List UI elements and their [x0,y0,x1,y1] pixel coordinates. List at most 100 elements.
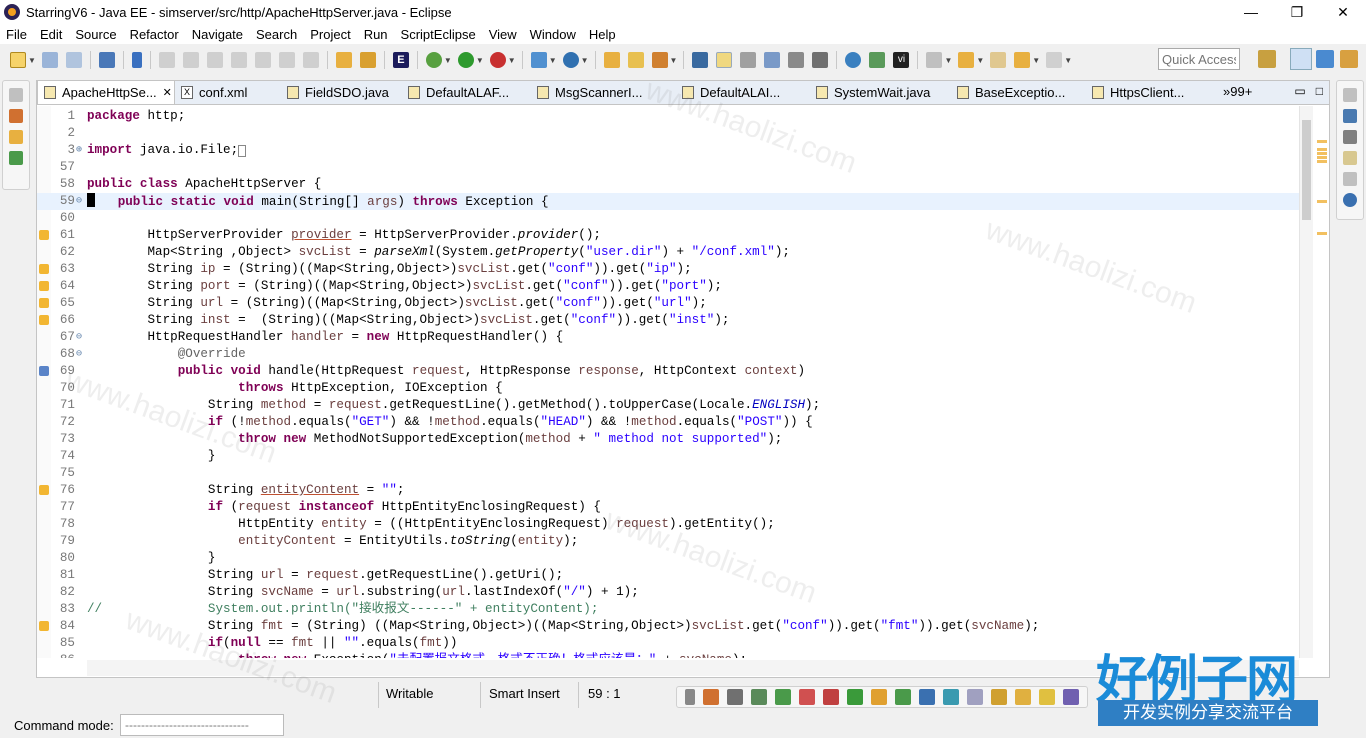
code-line[interactable]: 77 if (request instanceof HttpEntityEncl… [37,499,1299,516]
menu-file[interactable]: File [0,27,34,42]
forward-icon[interactable] [1046,52,1063,68]
code-line[interactable]: 58 public class ApacheHttpServer { [37,176,1299,193]
warning-marker-icon[interactable] [39,485,49,495]
help-icon[interactable] [1343,193,1357,207]
web-browser-icon[interactable] [845,52,862,68]
project-explorer-icon[interactable] [9,109,23,123]
code-line[interactable]: 76 String entityContent = ""; [37,482,1299,499]
code-line[interactable]: 80 } [37,550,1299,567]
overview-warning-marker[interactable] [1317,200,1327,203]
code-line[interactable]: 69 public void handle(HttpRequest reques… [37,363,1299,380]
tab-apachehttpserver[interactable]: ApacheHttpSe... ✕ [37,80,175,104]
dropdown-arrow-icon[interactable]: ▼ [976,56,984,65]
warning-marker-icon[interactable] [39,264,49,274]
restore-icon[interactable] [1343,88,1357,102]
task-list-icon[interactable] [1343,130,1357,144]
code-line[interactable]: 75 [37,465,1299,482]
annotation-nav-icon[interactable] [926,52,943,68]
tab-overflow-button[interactable]: »99+ [1223,84,1252,99]
menu-scripteclipse[interactable]: ScriptEclipse [395,27,483,42]
menu-search[interactable]: Search [250,27,304,42]
variables-icon[interactable] [919,689,935,705]
tab-baseexceptio[interactable]: BaseExceptio... [951,81,1086,104]
search-tool-icon[interactable] [651,52,668,68]
palette-icon[interactable] [1343,151,1357,165]
code-line[interactable]: 2 [37,125,1299,142]
tab-httpsclient[interactable]: HttpsClient... [1086,81,1222,104]
code-line[interactable]: 70 throws HttpException, IOException { [37,380,1299,397]
debug-perspective-icon[interactable] [1316,50,1334,68]
warning-marker-icon[interactable] [39,621,49,631]
resume-icon[interactable] [158,52,175,68]
dropdown-arrow-icon[interactable]: ▼ [670,56,678,65]
snippets-icon[interactable] [799,689,815,705]
navigator-icon[interactable] [9,130,23,144]
menu-help[interactable]: Help [583,27,623,42]
dropdown-arrow-icon[interactable]: ▼ [476,56,484,65]
run-icon[interactable] [457,52,474,68]
open-resource-icon[interactable] [627,52,644,68]
code-line[interactable]: 71 String method = request.getRequestLin… [37,397,1299,414]
block-selection-icon[interactable] [764,52,781,68]
dropdown-arrow-icon[interactable]: ▼ [1032,56,1040,65]
vi-mode-icon[interactable]: vi [893,52,910,68]
code-line[interactable]: 66 String inst = (String)((Map<String,Ob… [37,312,1299,329]
scrollbar-thumb[interactable] [1302,120,1311,220]
maximize-icon[interactable]: □ [1316,84,1323,98]
console-view-icon[interactable] [847,689,863,705]
tab-fieldsdo[interactable]: FieldSDO.java [281,81,402,104]
declaration-icon[interactable] [1063,689,1079,705]
overview-warning-marker[interactable] [1317,156,1327,159]
type-hierarchy-icon[interactable] [9,151,23,165]
collapse-fold-icon[interactable]: ⊖ [76,346,85,363]
dropdown-arrow-icon[interactable]: ▼ [28,56,36,65]
quick-access-input[interactable] [1158,48,1240,70]
skip-breakpoints-icon[interactable] [131,52,142,68]
code-line[interactable]: 59 ⊖ public static void main(String[] arg… [37,193,1299,210]
synchronize-icon[interactable] [1015,689,1031,705]
collapse-fold-icon[interactable]: ⊖ [76,329,85,346]
warning-marker-icon[interactable] [39,281,49,291]
debug-icon[interactable] [425,52,442,68]
restore-icon[interactable] [9,88,23,102]
toggle-highlight-icon[interactable] [716,52,733,68]
code-line[interactable]: 63 String ip = (String)((Map<String,Obje… [37,261,1299,278]
code-line[interactable]: 67 ⊖ HttpRequestHandler handler = new Htt… [37,329,1299,346]
open-type-icon[interactable] [603,52,620,68]
next-annotation-icon[interactable] [958,52,975,68]
disconnect-icon[interactable] [230,52,247,68]
external-tool-icon[interactable] [869,52,886,68]
overview-warning-marker[interactable] [1317,148,1327,151]
outline-icon[interactable] [1343,109,1357,123]
warning-marker-icon[interactable] [39,230,49,240]
code-line[interactable]: 65 String url = (String)((Map<String,Obj… [37,295,1299,312]
dropdown-arrow-icon[interactable]: ▼ [1064,56,1072,65]
paragraph-marks-icon[interactable] [812,52,829,68]
code-line[interactable]: 83 // System.out.println("接收报文------" + e… [37,601,1299,618]
menu-project[interactable]: Project [304,27,357,42]
code-line[interactable]: 3 ⊕ import java.io.File; [37,142,1299,159]
code-area[interactable]: 1 package http; 2 3 ⊕ import java.io.File; 57… [37,106,1299,658]
dropdown-arrow-icon[interactable]: ▼ [508,56,516,65]
show-source-icon[interactable] [788,52,805,68]
dropdown-arrow-icon[interactable]: ▼ [444,56,452,65]
close-icon[interactable]: ✕ [163,86,172,99]
menu-run[interactable]: Run [358,27,395,42]
tab-defaultalaf[interactable]: DefaultALAF... [402,81,531,104]
menu-navigate[interactable]: Navigate [186,27,250,42]
menu-view[interactable]: View [483,27,524,42]
code-line[interactable]: 61 HttpServerProvider provider = HttpSer… [37,227,1299,244]
servers-icon[interactable] [751,689,767,705]
new-wizard-icon[interactable] [562,52,579,68]
code-line[interactable]: 68 ⊖ @Override [37,346,1299,363]
override-marker-icon[interactable] [39,366,49,376]
overview-warning-marker[interactable] [1317,152,1327,155]
new-icon[interactable] [10,52,26,68]
code-line[interactable]: 62 Map<String ,Object> svcList = parseXm… [37,244,1299,261]
menu-window[interactable]: Window [524,27,583,42]
java-ee-perspective-icon[interactable] [1290,48,1312,70]
code-line[interactable]: 57 [37,159,1299,176]
run-external-tools-icon[interactable] [489,52,506,68]
use-step-filters-icon[interactable] [359,52,376,68]
toggle-mark-occurrences-icon[interactable] [692,52,709,68]
